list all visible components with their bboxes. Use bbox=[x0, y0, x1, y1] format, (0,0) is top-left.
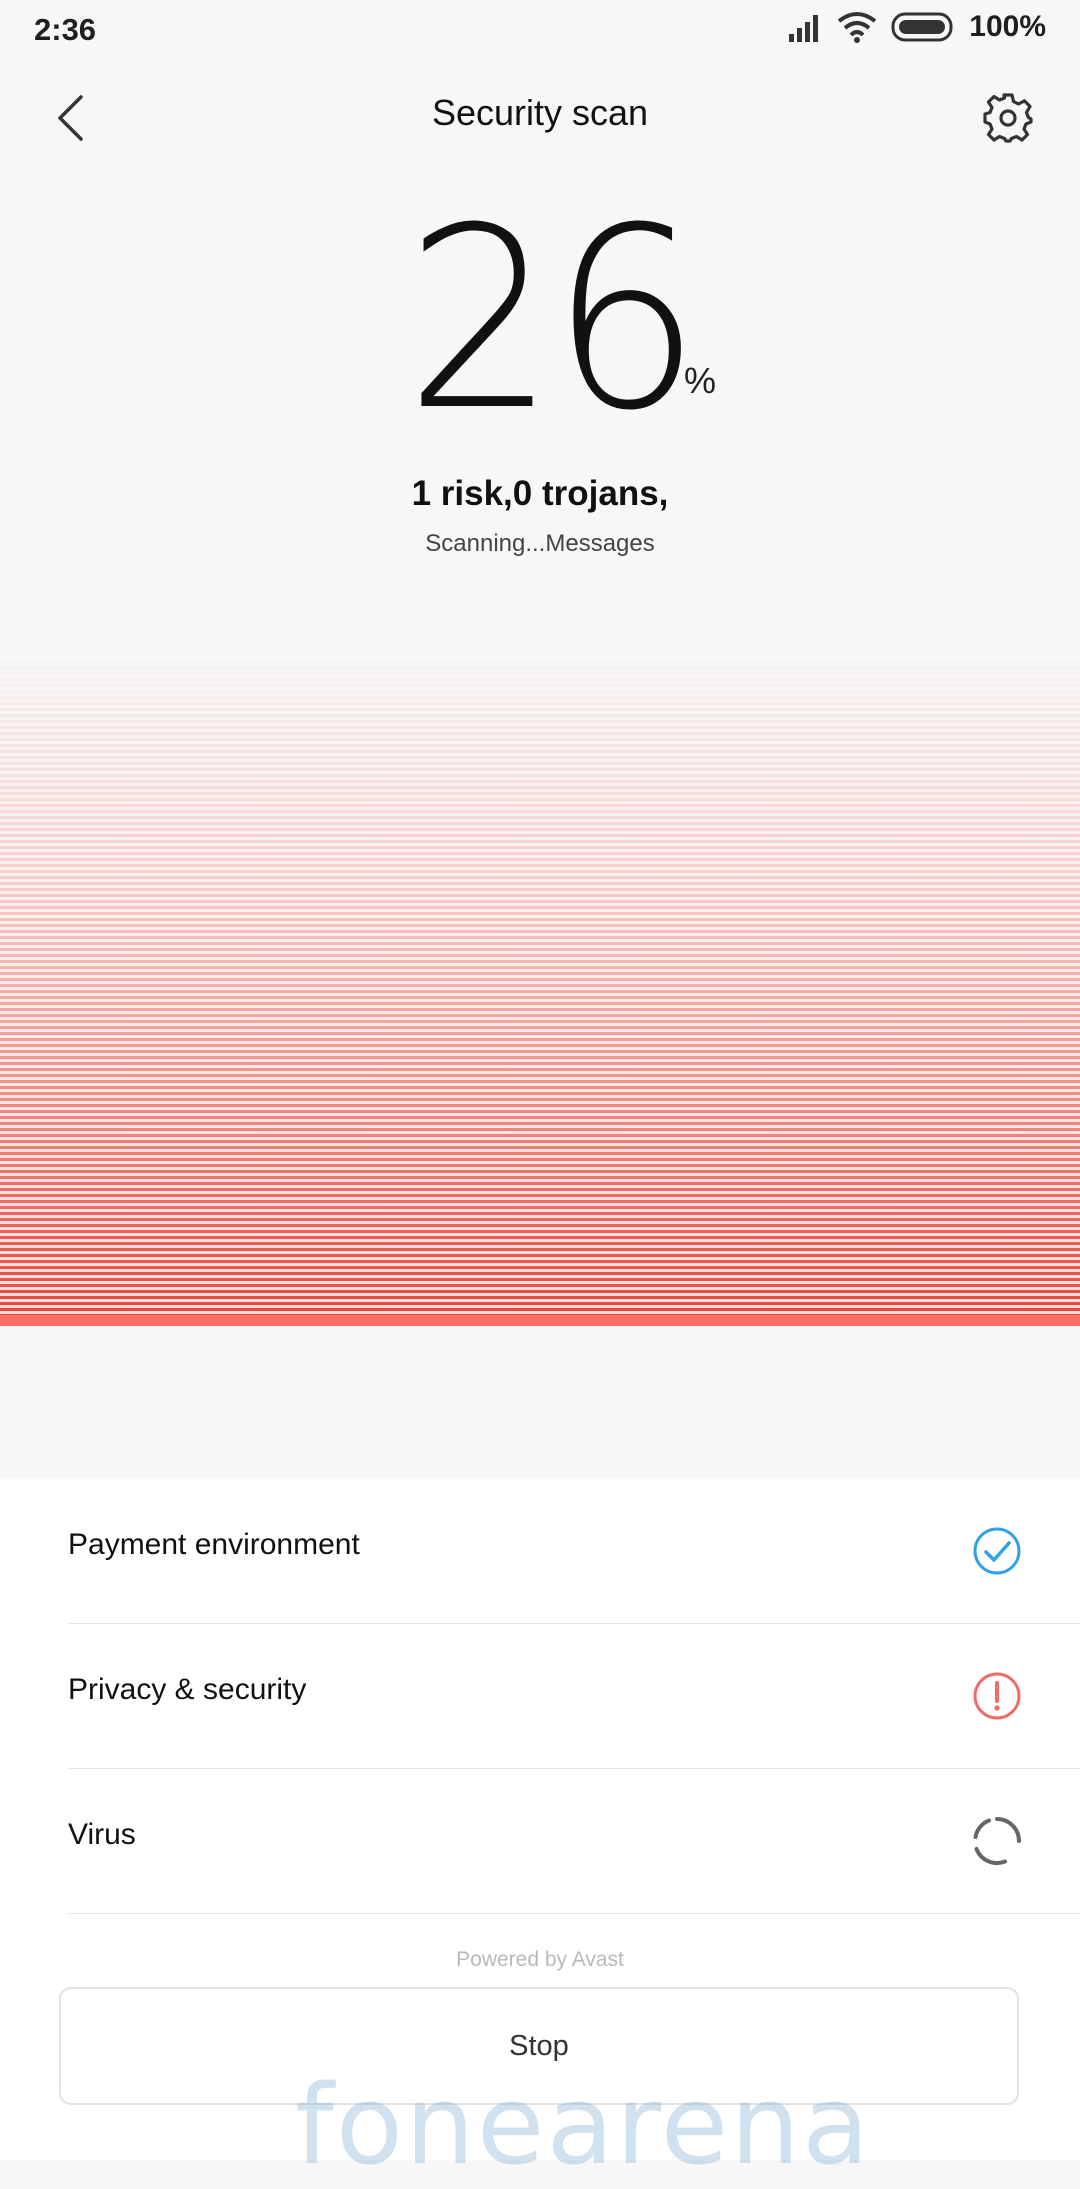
gear-icon bbox=[983, 93, 1033, 143]
result-label: Privacy & security bbox=[68, 1673, 307, 1706]
loading-spinner-icon bbox=[973, 1817, 1021, 1865]
settings-button[interactable] bbox=[976, 86, 1040, 150]
result-label: Payment environment bbox=[68, 1528, 360, 1561]
scan-animation bbox=[0, 660, 1080, 1315]
scan-status: Scanning...Messages bbox=[425, 530, 655, 557]
result-row-payment-environment[interactable]: Payment environment bbox=[68, 1478, 1080, 1624]
scan-progress: 26 % bbox=[0, 174, 1080, 465]
risk-summary: 1 risk,0 trojans, bbox=[411, 474, 669, 513]
scan-line bbox=[0, 1315, 1080, 1326]
result-label: Virus bbox=[68, 1818, 136, 1851]
result-row-virus[interactable]: Virus bbox=[68, 1768, 1080, 1914]
progress-unit: % bbox=[684, 360, 717, 401]
progress-percentage: 26 bbox=[405, 174, 702, 465]
status-bar: 2:36 100% bbox=[0, 0, 1080, 62]
watermark: fonearena bbox=[295, 2061, 872, 2189]
powered-by-text: Powered by Avast bbox=[456, 1948, 624, 1971]
wifi-icon bbox=[838, 12, 877, 43]
check-circle-icon bbox=[973, 1527, 1021, 1575]
battery-icon bbox=[891, 12, 953, 42]
status-icons: 100% bbox=[787, 10, 1046, 44]
battery-percent: 100% bbox=[969, 10, 1046, 43]
alert-circle-icon bbox=[973, 1672, 1021, 1720]
page-title: Security scan bbox=[431, 92, 649, 133]
status-time: 2:36 bbox=[34, 12, 97, 47]
cellular-signal-icon bbox=[789, 15, 819, 42]
result-row-privacy-security[interactable]: Privacy & security bbox=[68, 1623, 1080, 1769]
header: Security scan bbox=[0, 62, 1080, 172]
